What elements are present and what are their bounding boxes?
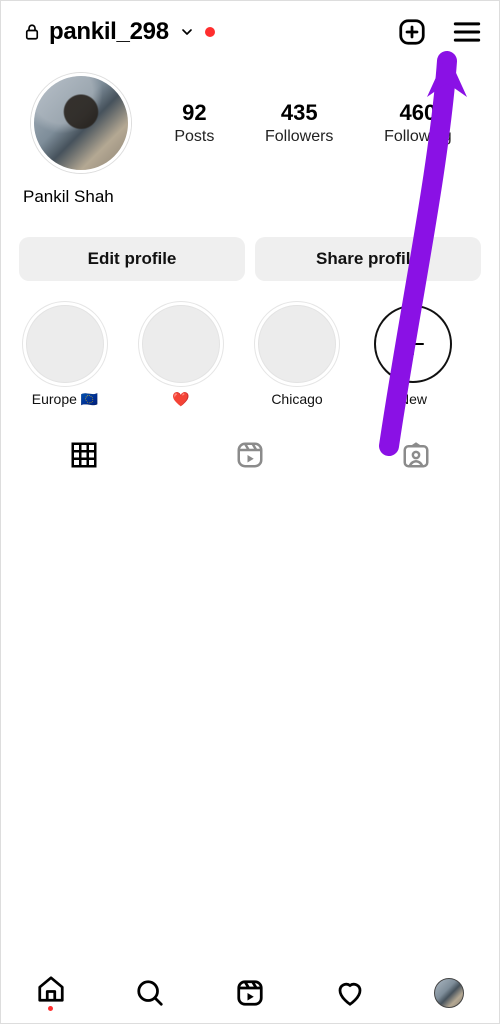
highlight-item[interactable]: Chicago xyxy=(255,305,339,408)
profile-header: 92 Posts 435 Followers 460 Following xyxy=(1,57,499,177)
home-icon xyxy=(36,974,66,1004)
stat-label: Followers xyxy=(265,128,333,146)
grid-icon xyxy=(69,440,99,475)
highlight-label: New xyxy=(399,391,427,407)
highlight-new[interactable]: New xyxy=(371,305,455,408)
highlight-item[interactable]: Europe 🇪🇺 xyxy=(23,305,107,408)
profile-content-tabs xyxy=(1,434,499,482)
nav-profile[interactable] xyxy=(434,978,464,1008)
notification-dot xyxy=(48,1006,53,1011)
nav-search[interactable] xyxy=(135,978,165,1008)
heart-icon xyxy=(335,978,365,1008)
stat-value: 92 xyxy=(174,100,214,126)
nav-activity[interactable] xyxy=(335,978,365,1008)
tab-grid[interactable] xyxy=(1,434,167,482)
lock-icon xyxy=(23,21,41,43)
reels-icon xyxy=(235,440,265,475)
profile-avatar[interactable] xyxy=(31,73,131,173)
stat-following[interactable]: 460 Following xyxy=(384,100,452,146)
highlight-thumb xyxy=(26,305,104,383)
nav-home[interactable] xyxy=(36,974,66,1011)
highlight-label: ❤️ xyxy=(172,391,189,408)
highlight-thumb xyxy=(142,305,220,383)
stat-label: Posts xyxy=(174,128,214,146)
chevron-down-icon xyxy=(179,24,195,40)
stat-label: Following xyxy=(384,128,452,146)
display-name: Pankil Shah xyxy=(1,177,499,207)
stat-value: 460 xyxy=(384,100,452,126)
account-switcher[interactable]: pankil_298 xyxy=(23,18,397,46)
tab-reels[interactable] xyxy=(167,434,333,482)
avatar-icon xyxy=(434,978,464,1008)
edit-profile-button[interactable]: Edit profile xyxy=(19,237,245,281)
create-button[interactable] xyxy=(397,17,427,47)
profile-actions: Edit profile Share profile xyxy=(1,207,499,299)
highlight-item[interactable]: ❤️ xyxy=(139,305,223,408)
bottom-nav xyxy=(1,961,499,1023)
nav-reels[interactable] xyxy=(235,978,265,1008)
hamburger-menu-button[interactable] xyxy=(453,20,481,44)
story-highlights: Europe 🇪🇺 ❤️ Chicago New xyxy=(1,299,499,420)
highlight-thumb xyxy=(258,305,336,383)
stat-value: 435 xyxy=(265,100,333,126)
tagged-icon xyxy=(401,440,431,475)
notification-dot xyxy=(205,27,215,37)
plus-icon xyxy=(374,305,452,383)
search-icon xyxy=(135,978,165,1008)
tab-tagged[interactable] xyxy=(333,434,499,482)
highlight-label: Europe 🇪🇺 xyxy=(32,391,98,408)
highlight-label: Chicago xyxy=(271,391,322,407)
username: pankil_298 xyxy=(49,18,169,46)
stat-followers[interactable]: 435 Followers xyxy=(265,100,333,146)
stat-posts[interactable]: 92 Posts xyxy=(174,100,214,146)
reels-icon xyxy=(235,978,265,1008)
share-profile-button[interactable]: Share profile xyxy=(255,237,481,281)
top-bar: pankil_298 xyxy=(1,1,499,57)
